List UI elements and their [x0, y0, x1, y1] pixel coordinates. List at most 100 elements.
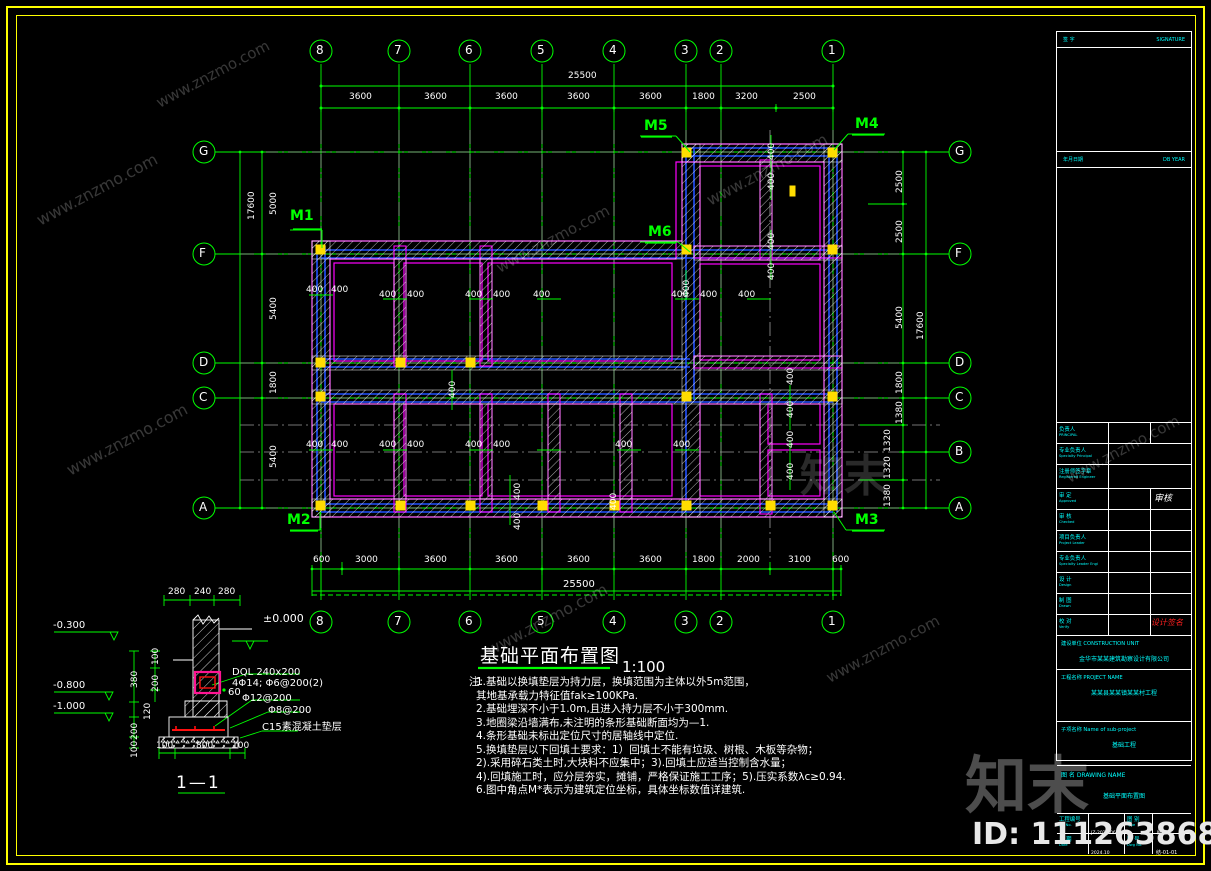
- wall-hatch-bands: [311, 143, 843, 518]
- grid-label-top-4[interactable]: 4: [609, 44, 617, 56]
- wall-offset-dim: 400: [786, 462, 796, 480]
- callout-m1[interactable]: M1: [290, 209, 314, 223]
- wall-offset-dim: 400: [331, 285, 349, 295]
- wall-offset-dim: 400: [407, 290, 425, 300]
- tb-company-val: 金华市某某建筑勘察设计有限公司: [1078, 656, 1169, 663]
- grid-label-top-1[interactable]: 1: [828, 44, 836, 56]
- tb-project-val: 某某县某某镇某某村工程: [1090, 690, 1157, 697]
- tb-subproject-val: 基础工程: [1111, 742, 1136, 749]
- grid-label-left-C[interactable]: C: [199, 391, 207, 403]
- grid-label-top-5[interactable]: 5: [537, 44, 545, 56]
- callout-m6[interactable]: M6: [648, 225, 672, 239]
- grid-label-top-8[interactable]: 8: [316, 44, 324, 56]
- grid-label-bottom-2[interactable]: 2: [716, 615, 724, 627]
- grid-label-right-C[interactable]: C: [955, 391, 963, 403]
- detail-bottom-dim-1: 100: [156, 741, 174, 751]
- tb-person-row[interactable]: 设 计 Design: [1057, 573, 1191, 594]
- grid-label-left-G[interactable]: G: [199, 145, 208, 157]
- dim-top-8: 2500: [793, 92, 816, 102]
- tb-person-row[interactable]: 专业负责人 Specialty Leader Engi: [1057, 552, 1191, 573]
- grid-label-bottom-6[interactable]: 6: [465, 615, 473, 627]
- grid-label-right-F[interactable]: F: [955, 247, 962, 259]
- dim-top-2: 3600: [424, 92, 447, 102]
- tb-person-row[interactable]: 制 图 Drawn: [1057, 594, 1191, 615]
- title-block-blank-area[interactable]: [1057, 168, 1191, 423]
- title-block: 签 字 SIGNATURE 年月日期 DB YEAR 负责人 PRINCIPAL …: [1056, 31, 1192, 856]
- tb-person-row[interactable]: 负责人 PRINCIPAL: [1057, 423, 1191, 444]
- grid-label-bottom-5[interactable]: 5: [537, 615, 545, 627]
- callout-m4[interactable]: M4: [855, 117, 879, 131]
- callout-m5[interactable]: M5: [644, 119, 668, 133]
- tb-role-en: Drawn: [1059, 604, 1071, 608]
- detail-left-dim-120: 120: [143, 702, 153, 720]
- detail-left-dim-380: 380: [130, 670, 140, 688]
- wall-offset-dim: 400: [465, 440, 483, 450]
- grid-label-bottom-8[interactable]: 8: [316, 615, 324, 627]
- grid-label-top-6[interactable]: 6: [465, 44, 473, 56]
- title-block-signature-area[interactable]: [1057, 48, 1191, 152]
- wall-offset-dim: 400: [682, 279, 692, 297]
- cad-drawing-canvas: 8 7 6 5 4 3 2 1 8 7 6 5 4 3 2 1 G F D C …: [0, 0, 1211, 871]
- tb-role-cn: 设 计: [1059, 577, 1072, 583]
- grid-label-right-D[interactable]: D: [955, 356, 964, 368]
- tb-person-row[interactable]: 审 定 Approved 审核: [1057, 489, 1191, 510]
- note-line-5: 4.条形基础未标出定位尺寸的居轴线中定位.: [476, 730, 679, 742]
- grid-label-right-B[interactable]: B: [955, 445, 963, 457]
- tb-role-en: PRINCIPAL: [1059, 433, 1078, 437]
- tb-person-row[interactable]: 校 对 Verify 设计签名: [1057, 615, 1191, 636]
- tb-person-row[interactable]: 审 核 Checked: [1057, 510, 1191, 531]
- dim-left-3: 1800: [269, 371, 279, 394]
- tb-person-row[interactable]: 注册师签字章 Registered Engineer: [1057, 465, 1191, 489]
- grid-label-bottom-3[interactable]: 3: [681, 615, 689, 627]
- wall-offset-dim: 400: [767, 172, 777, 190]
- callout-m2[interactable]: M2: [287, 513, 311, 527]
- tb-company: 建设单位 CONSTRUCTION UNIT 金华市某某建筑勘察设计有限公司: [1057, 636, 1191, 670]
- tb-role-en: Registered Engineer: [1059, 475, 1096, 479]
- detail-elev-1000: -1.000: [53, 701, 86, 712]
- tb-drawing-name-hdr: 图 名 DRAWING NAME: [1061, 772, 1126, 779]
- wall-offset-dim: 400: [493, 290, 511, 300]
- tb-role-cn: 注册师签字章: [1059, 469, 1092, 475]
- grid-label-right-G[interactable]: G: [955, 145, 964, 157]
- tb-project: 工程名称 PROJECT NAME 某某县某某镇某某村工程: [1057, 670, 1191, 722]
- tb-company-hdr: 建设单位 CONSTRUCTION UNIT: [1061, 641, 1140, 647]
- grid-label-left-D[interactable]: D: [199, 356, 208, 368]
- grid-label-bottom-1[interactable]: 1: [828, 615, 836, 627]
- grid-label-top-7[interactable]: 7: [394, 44, 402, 56]
- wall-offset-dim: 400: [407, 440, 425, 450]
- tb-role-cn: 审 核: [1059, 514, 1072, 520]
- tb-person-row[interactable]: 专业负责人 Specialty Principal: [1057, 444, 1191, 465]
- tb-person-row[interactable]: 项目负责人 Project Leader: [1057, 531, 1191, 552]
- note-line-6: 5.换填垫层以下回填土要求：1）回填土不能有垃圾、树根、木板等杂物；: [476, 743, 819, 756]
- tb-role-en: Design: [1059, 583, 1072, 587]
- grid-label-top-3[interactable]: 3: [681, 44, 689, 56]
- grid-label-left-F[interactable]: F: [199, 247, 206, 259]
- tb-red-signature: 设计签名: [1151, 618, 1183, 627]
- detail-top-dim-3: 280: [218, 587, 236, 597]
- detail-beam-rebar: 4Φ14; Φ6@200(2): [232, 678, 323, 689]
- note-line-8: 4).回填施工时，应分层夯实，摊铺，严格保证施工工序；5).压实系数λc≥0.9…: [476, 770, 846, 783]
- detail-elev-0: ±0.000: [263, 612, 304, 625]
- grid-label-top-2[interactable]: 2: [716, 44, 724, 56]
- grid-label-left-A[interactable]: A: [199, 501, 207, 513]
- dim-left-total: 17600: [247, 191, 257, 220]
- tb-sign-cn: 签 字: [1063, 37, 1075, 43]
- tb-role-cn: 制 图: [1059, 598, 1072, 604]
- tb-role-cn: 专业负责人: [1059, 448, 1086, 454]
- dim-top-3: 3600: [495, 92, 518, 102]
- detail-slab-rebar-bottom: Φ8@200: [268, 705, 312, 716]
- wall-offset-dim: 400: [700, 290, 718, 300]
- wall-offset-dim: 400: [493, 440, 511, 450]
- wall-offset-dim: 400: [609, 492, 619, 510]
- wall-offset-dim: 400: [306, 285, 324, 295]
- detail-inner-dim-200: 200: [151, 674, 161, 692]
- grid-label-bottom-4[interactable]: 4: [609, 615, 617, 627]
- dim-right-5: 1380: [895, 401, 905, 424]
- wall-offset-dim: 400: [331, 440, 349, 450]
- grid-label-right-A[interactable]: A: [955, 501, 963, 513]
- plan-scale: 1:100: [622, 658, 666, 676]
- tb-role-en: Project Leader: [1059, 541, 1085, 545]
- tb-role-cn: 校 对: [1059, 619, 1072, 625]
- grid-label-bottom-7[interactable]: 7: [394, 615, 402, 627]
- callout-m3[interactable]: M3: [855, 513, 879, 527]
